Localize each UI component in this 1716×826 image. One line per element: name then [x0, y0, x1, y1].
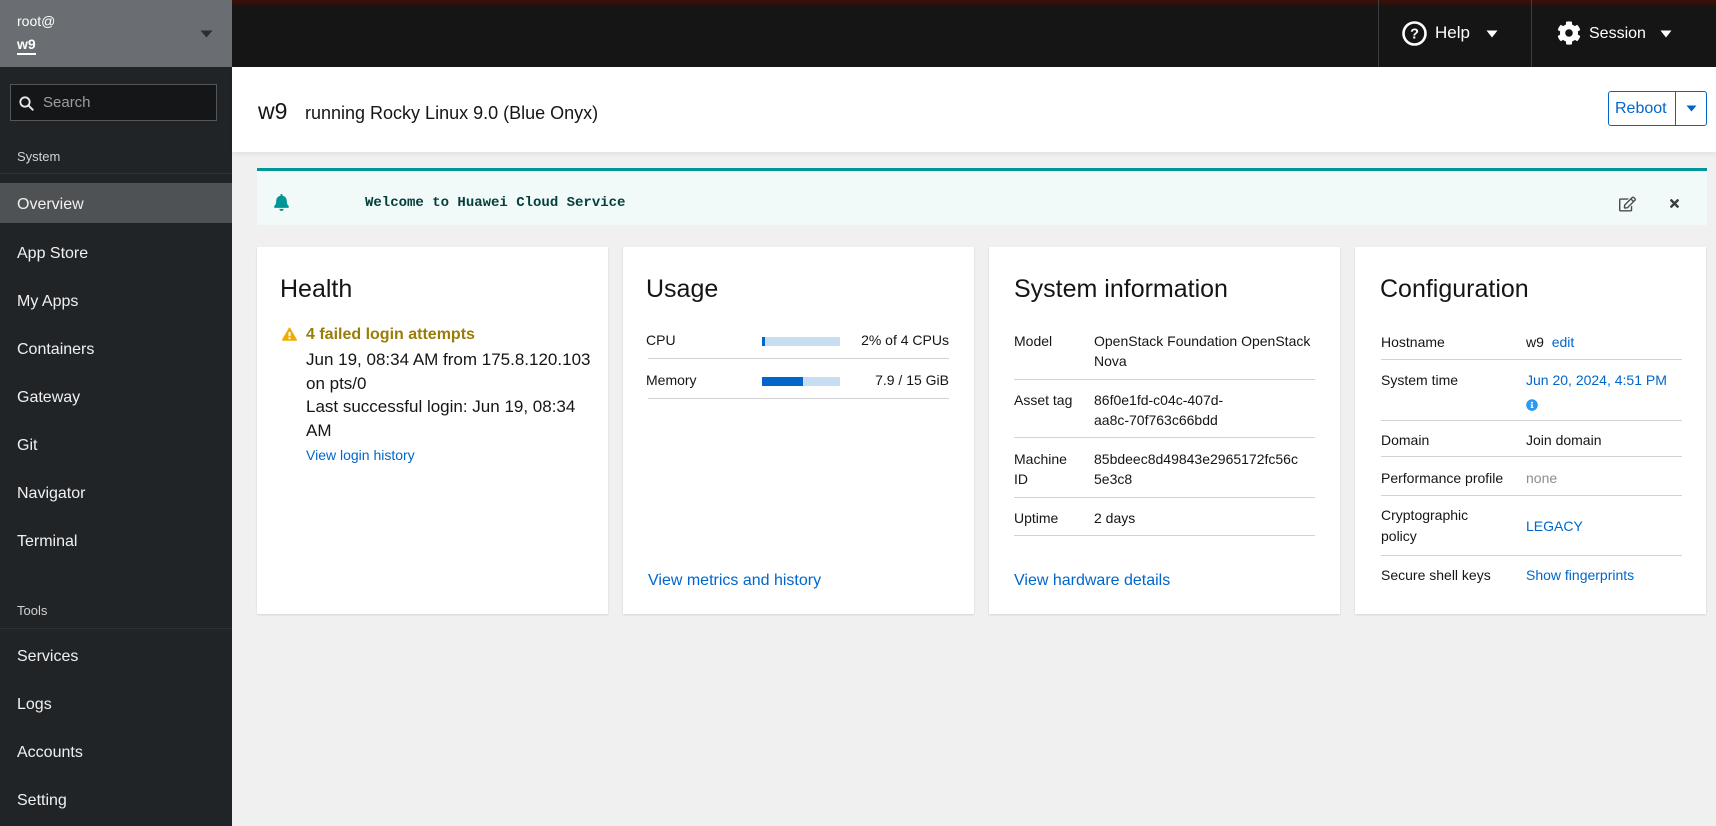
- svg-text:?: ?: [1410, 27, 1419, 43]
